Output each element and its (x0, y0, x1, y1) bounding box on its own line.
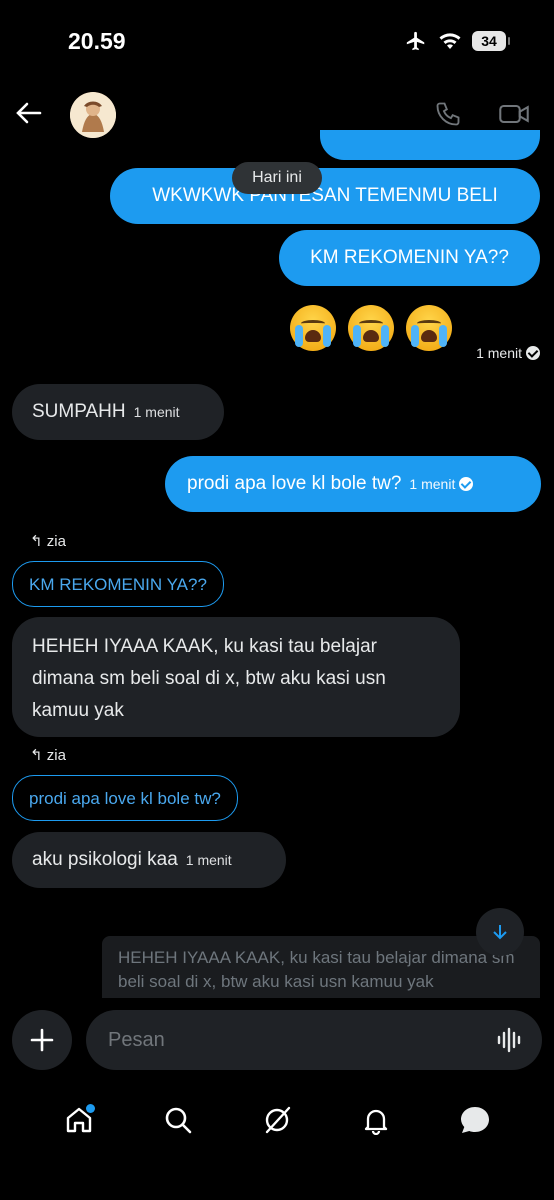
wifi-icon (439, 33, 461, 49)
arrow-down-icon (493, 925, 507, 940)
message-text: SUMPAHH (32, 401, 126, 422)
sent-check-icon (459, 477, 474, 491)
back-arrow-icon[interactable] (14, 98, 44, 128)
status-time: 20.59 (68, 28, 126, 54)
crying-face-emoji (348, 305, 394, 351)
message-timestamp: 1 menit (409, 476, 456, 492)
day-separator: Hari ini (232, 162, 322, 194)
nav-home[interactable] (59, 1100, 99, 1140)
message-text: KM REKOMENIN YA?? (310, 247, 509, 268)
message-bubble-outgoing[interactable]: KM REKOMENIN YA?? (279, 230, 540, 286)
quoted-message[interactable]: KM REKOMENIN YA?? (12, 561, 224, 607)
message-composer (0, 1010, 554, 1072)
message-text: HEHEH IYAAA KAAK, ku kasi tau belajar di… (32, 636, 386, 721)
voice-message-icon[interactable] (496, 1027, 524, 1053)
phone-icon[interactable] (434, 100, 462, 128)
nav-notifications[interactable] (356, 1100, 396, 1140)
message-bubble-incoming[interactable]: HEHEH IYAAA KAAK, ku kasi tau belajar di… (12, 617, 460, 737)
message-bubble-icon (460, 1107, 489, 1133)
message-bubble-outgoing-clipped[interactable] (320, 130, 540, 160)
reply-indicator: ↰ zia (30, 533, 66, 550)
status-icons: 34 (404, 30, 510, 52)
airplane-icon (406, 31, 425, 51)
plus-icon (30, 1028, 54, 1052)
crying-face-emoji (406, 305, 452, 351)
message-text: prodi apa love kl bole tw? (187, 473, 402, 494)
status-bar: 20.59 34 (0, 0, 554, 80)
reply-indicator: ↰ zia (30, 747, 66, 764)
add-media-button[interactable] (12, 1010, 72, 1070)
bell-icon (364, 1109, 387, 1135)
avatar[interactable] (70, 92, 116, 138)
search-icon (165, 1107, 192, 1134)
grok-icon (265, 1106, 291, 1134)
avatar-image (70, 92, 116, 138)
message-text: WKWKWK PANTESAN TEMENMU BELI (152, 185, 498, 206)
message-timestamp: 1 menit (185, 852, 232, 868)
message-bubble-incoming[interactable]: SUMPAHH 1 menit (12, 384, 224, 440)
battery-icon: 34 (472, 31, 510, 51)
quoted-message[interactable]: prodi apa love kl bole tw? (12, 775, 238, 821)
nav-messages[interactable] (455, 1100, 495, 1140)
nav-grok[interactable] (257, 1100, 297, 1140)
reply-arrow-icon: ↰ (30, 533, 43, 550)
scroll-to-bottom-button[interactable] (476, 908, 524, 956)
bottom-navigation (0, 1090, 554, 1150)
message-timestamp: 1 menit (476, 345, 540, 361)
crying-face-emoji (290, 305, 336, 351)
message-bubble-outgoing[interactable]: prodi apa love kl bole tw? 1 menit (165, 456, 541, 512)
reply-draft-preview: HEHEH IYAAA KAAK, ku kasi tau belajar di… (102, 936, 540, 998)
message-bubble-outgoing[interactable]: WKWKWK PANTESAN TEMENMU BELI (110, 168, 540, 224)
message-bubble-incoming[interactable]: aku psikologi kaa 1 menit (12, 832, 286, 888)
message-input[interactable] (86, 1010, 542, 1070)
nav-search[interactable] (158, 1100, 198, 1140)
reply-arrow-icon: ↰ (30, 747, 43, 764)
emoji-message[interactable] (290, 305, 452, 351)
message-timestamp: 1 menit (133, 404, 180, 420)
message-text: aku psikologi kaa (32, 849, 178, 870)
video-call-icon[interactable] (498, 100, 530, 128)
sent-check-icon (526, 346, 540, 360)
